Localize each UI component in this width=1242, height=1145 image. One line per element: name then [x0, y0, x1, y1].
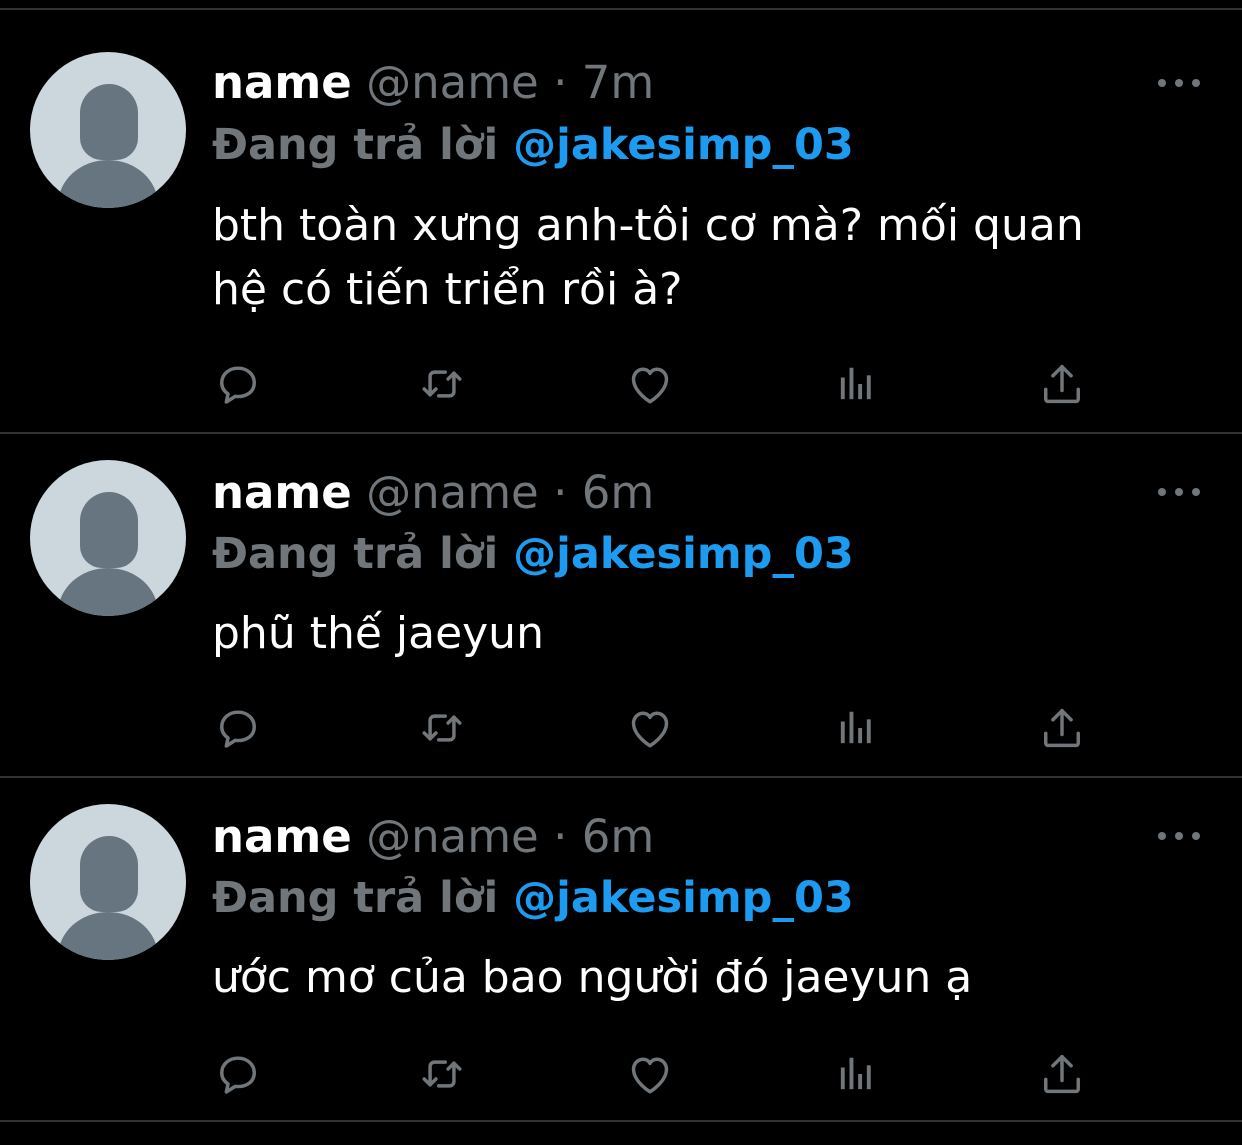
analytics-icon[interactable] [830, 702, 882, 754]
tweet-actions [212, 702, 1092, 754]
separator-dot: · [553, 466, 568, 519]
display-name[interactable]: name [212, 466, 352, 519]
replying-to-label: Đang trả lời [212, 529, 499, 579]
replying-to-label: Đang trả lời [212, 873, 499, 923]
heart-icon[interactable] [624, 358, 676, 410]
timestamp[interactable]: 6m [582, 810, 654, 863]
replying-to: Đang trả lời @jakesimp_03 [212, 877, 854, 920]
tweet-header: name @name · 6m [212, 814, 654, 859]
more-icon[interactable] [1158, 485, 1200, 499]
share-icon[interactable] [1036, 1048, 1088, 1100]
replying-to-handle[interactable]: @jakesimp_03 [513, 120, 854, 170]
display-name[interactable]: name [212, 810, 352, 863]
timestamp[interactable]: 6m [582, 466, 654, 519]
tweet-actions [212, 358, 1092, 410]
separator-dot: · [553, 810, 568, 863]
share-icon[interactable] [1036, 358, 1088, 410]
replying-to-handle[interactable]: @jakesimp_03 [513, 529, 854, 579]
default-avatar-icon[interactable] [30, 460, 186, 616]
replying-to-handle[interactable]: @jakesimp_03 [513, 873, 854, 923]
timestamp[interactable]: 7m [582, 56, 654, 109]
retweet-icon[interactable] [416, 1048, 468, 1100]
more-icon[interactable] [1158, 829, 1200, 843]
tweet-text: ước mơ của bao người đó jaeyun ạ [212, 952, 973, 1003]
replying-to: Đang trả lời @jakesimp_03 [212, 533, 854, 576]
user-handle[interactable]: @name [366, 56, 539, 109]
tweet-header: name @name · 6m [212, 470, 654, 515]
replying-to: Đang trả lời @jakesimp_03 [212, 124, 854, 167]
display-name[interactable]: name [212, 56, 352, 109]
tweet-text: phũ thế jaeyun [212, 608, 544, 659]
tweet-text: bth toàn xưng anh-tôi cơ mà? mối quan hệ… [212, 200, 1084, 315]
retweet-icon[interactable] [416, 702, 468, 754]
tweet[interactable]: name @name · 6m Đang trả lời @jakesimp_0… [0, 778, 1242, 1120]
tweet-actions [212, 1048, 1092, 1100]
more-icon[interactable] [1158, 76, 1200, 90]
replying-to-label: Đang trả lời [212, 120, 499, 170]
retweet-icon[interactable] [416, 358, 468, 410]
heart-icon[interactable] [624, 702, 676, 754]
separator-dot: · [553, 56, 568, 109]
share-icon[interactable] [1036, 702, 1088, 754]
tweet[interactable]: name @name · 6m Đang trả lời @jakesimp_0… [0, 434, 1242, 776]
default-avatar-icon[interactable] [30, 52, 186, 208]
bottom-divider [0, 1120, 1242, 1122]
heart-icon[interactable] [624, 1048, 676, 1100]
tweet-header: name @name · 7m [212, 60, 654, 105]
tweet[interactable]: name @name · 7m Đang trả lời @jakesimp_0… [0, 0, 1242, 432]
analytics-icon[interactable] [830, 358, 882, 410]
analytics-icon[interactable] [830, 1048, 882, 1100]
default-avatar-icon[interactable] [30, 804, 186, 960]
comment-icon[interactable] [212, 702, 264, 754]
user-handle[interactable]: @name [366, 810, 539, 863]
user-handle[interactable]: @name [366, 466, 539, 519]
comment-icon[interactable] [212, 358, 264, 410]
comment-icon[interactable] [212, 1048, 264, 1100]
